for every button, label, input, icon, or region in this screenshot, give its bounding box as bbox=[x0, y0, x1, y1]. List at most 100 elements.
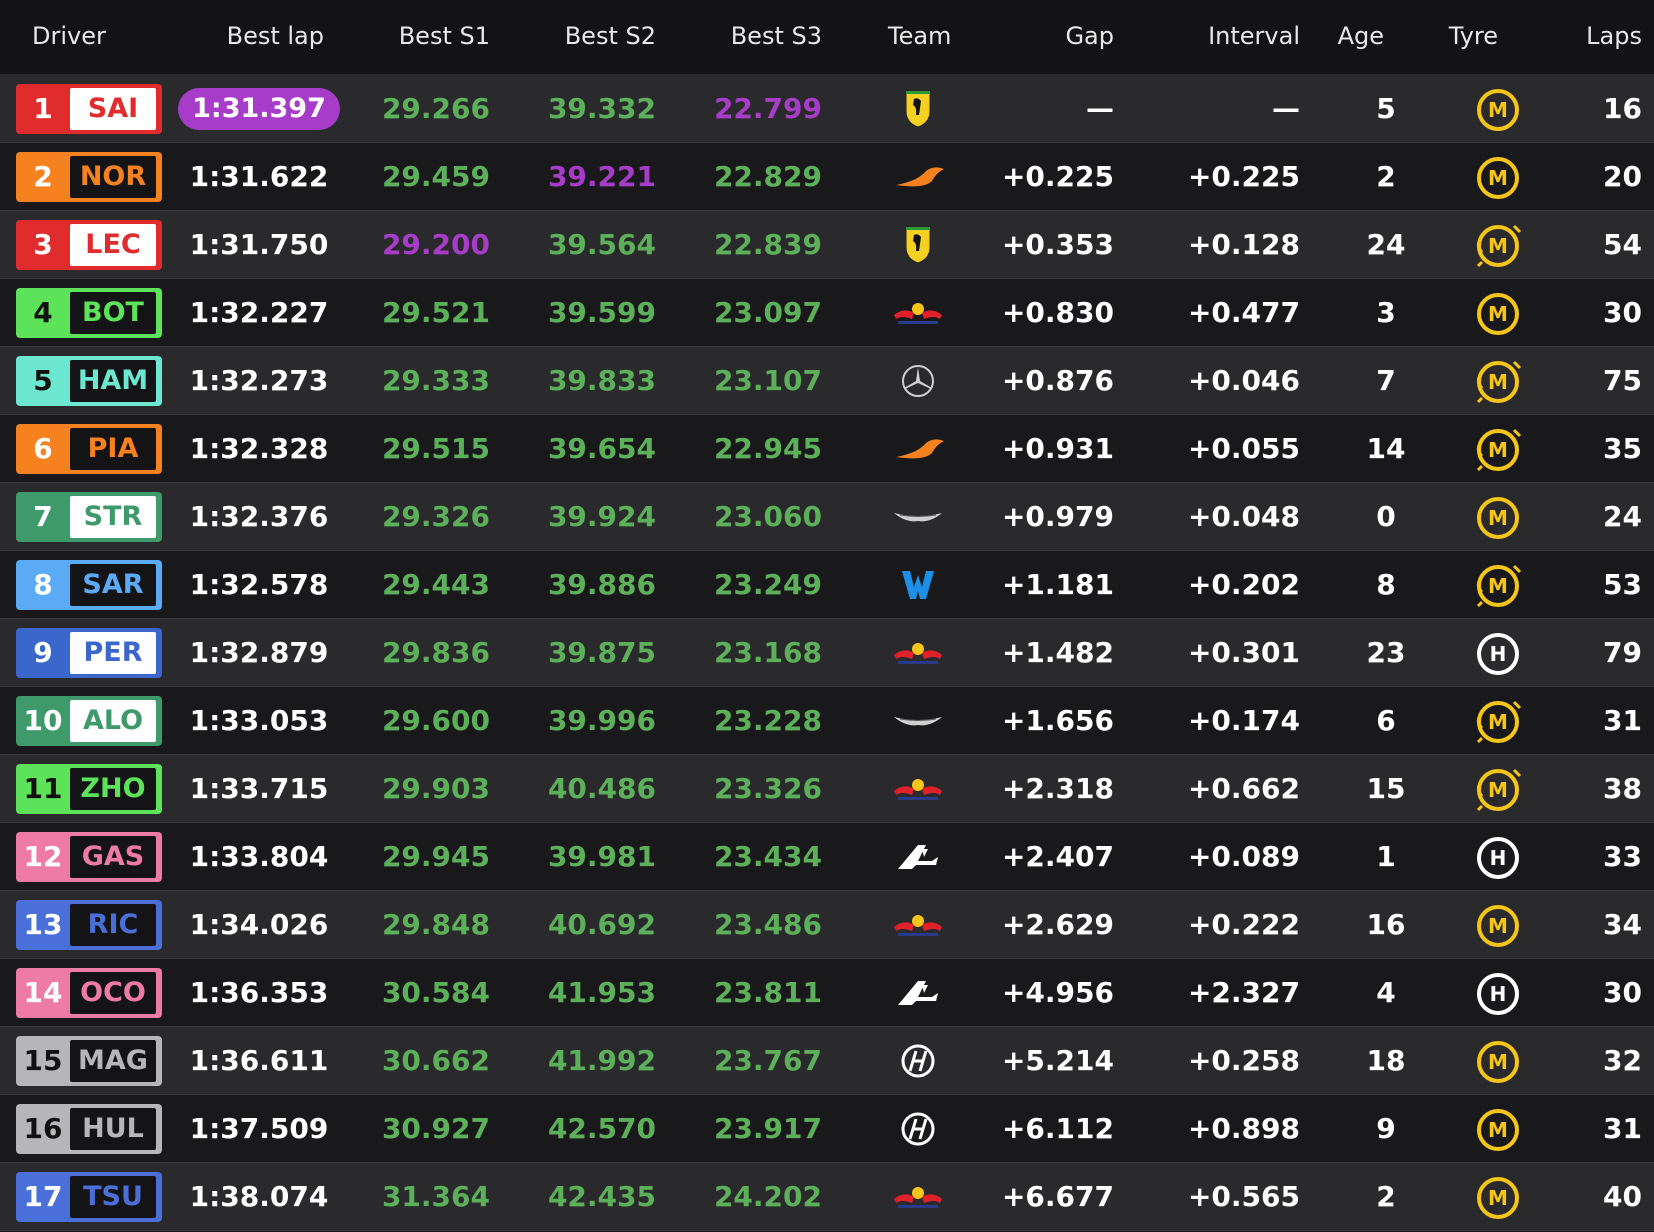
table-row[interactable]: 4 BOT 1:32.227 29.521 39.599 23.097 +0.830 +0.4… bbox=[0, 279, 1654, 347]
hard-tyre-icon: H bbox=[1474, 834, 1522, 882]
driver-badge[interactable]: 5 HAM bbox=[16, 356, 162, 406]
header-best-s1[interactable]: Best S1 bbox=[399, 22, 490, 50]
sector-s1: 29.945 bbox=[381, 840, 490, 873]
laps-count: 79 bbox=[1603, 636, 1642, 669]
driver-badge[interactable]: 17 TSU bbox=[16, 1172, 162, 1222]
medium-tyre-icon: M bbox=[1474, 494, 1522, 542]
driver-badge[interactable]: 13 RIC bbox=[16, 900, 162, 950]
table-row[interactable]: 2 NOR 1:31.622 29.459 39.221 22.829 +0.225 +0.2… bbox=[0, 143, 1654, 211]
tyre-age: 14 bbox=[1366, 432, 1406, 465]
driver-badge[interactable]: 2 NOR bbox=[16, 152, 162, 202]
sector-s2: 39.924 bbox=[547, 500, 656, 533]
medium-tyre-icon: M bbox=[1474, 902, 1522, 950]
driver-badge[interactable]: 4 BOT bbox=[16, 288, 162, 338]
driver-badge[interactable]: 11 ZHO bbox=[16, 764, 162, 814]
driver-code: SAI bbox=[70, 88, 156, 130]
driver-badge[interactable]: 8 SAR bbox=[16, 560, 162, 610]
svg-text:M: M bbox=[1488, 166, 1508, 190]
best-lap: 1:32.376 bbox=[189, 500, 329, 533]
sector-s2: 39.332 bbox=[547, 92, 656, 125]
interval-value: +0.048 bbox=[1187, 500, 1300, 533]
header-gap[interactable]: Gap bbox=[1065, 22, 1114, 50]
header-age[interactable]: Age bbox=[1338, 22, 1384, 50]
header-interval[interactable]: Interval bbox=[1208, 22, 1300, 50]
gap-value: +6.677 bbox=[1001, 1180, 1114, 1213]
haas-icon bbox=[888, 1109, 948, 1149]
best-lap: 1:32.273 bbox=[189, 364, 329, 397]
table-row[interactable]: 5 HAM 1:32.273 29.333 39.833 23.107 +0.876 +0.0… bbox=[0, 347, 1654, 415]
gap-value: +2.407 bbox=[1001, 840, 1114, 873]
gap-value: +0.225 bbox=[1001, 160, 1114, 193]
driver-code: NOR bbox=[70, 156, 156, 198]
table-row[interactable]: 1 SAI 1:31.397 29.266 39.332 22.799 — — 5 M 16 bbox=[0, 75, 1654, 143]
laps-count: 20 bbox=[1603, 160, 1642, 193]
mercedes-icon bbox=[888, 361, 948, 401]
driver-code: ZHO bbox=[70, 768, 156, 810]
position-number: 7 bbox=[33, 500, 53, 533]
driver-badge[interactable]: 7 STR bbox=[16, 492, 162, 542]
red-bull-icon bbox=[888, 293, 948, 333]
table-row[interactable]: 3 LEC 1:31.750 29.200 39.564 22.839 +0.353 +0.1… bbox=[0, 211, 1654, 279]
medium-tyre-icon: M bbox=[1474, 290, 1522, 338]
medium-tyre-icon: M bbox=[1474, 1106, 1522, 1154]
driver-badge[interactable]: 10 ALO bbox=[16, 696, 162, 746]
sector-s1: 29.333 bbox=[381, 364, 490, 397]
header-tyre[interactable]: Tyre bbox=[1449, 22, 1498, 50]
position-number: 2 bbox=[33, 160, 53, 193]
position-number: 14 bbox=[23, 976, 63, 1009]
svg-text:M: M bbox=[1488, 710, 1508, 734]
table-row[interactable]: 10 ALO 1:33.053 29.600 39.996 23.228 +1.656 +0.… bbox=[0, 687, 1654, 755]
gap-value: +1.656 bbox=[1001, 704, 1114, 737]
svg-text:M: M bbox=[1488, 1050, 1508, 1074]
driver-badge[interactable]: 15 MAG bbox=[16, 1036, 162, 1086]
header-best-s3[interactable]: Best S3 bbox=[731, 22, 822, 50]
sector-s3: 22.799 bbox=[713, 92, 822, 125]
sector-s2: 39.221 bbox=[547, 160, 656, 193]
driver-badge[interactable]: 1 SAI bbox=[16, 84, 162, 134]
driver-code: TSU bbox=[70, 1176, 156, 1218]
sector-s2: 40.692 bbox=[547, 908, 656, 941]
laps-count: 31 bbox=[1603, 1112, 1642, 1145]
driver-code: HUL bbox=[70, 1108, 156, 1150]
table-row[interactable]: 14 OCO 1:36.353 30.584 41.953 23.811 +4.956 +2.… bbox=[0, 959, 1654, 1027]
table-row[interactable]: 16 HUL 1:37.509 30.927 42.570 23.917 +6.112 +0.… bbox=[0, 1095, 1654, 1163]
table-row[interactable]: 15 MAG 1:36.611 30.662 41.992 23.767 +5.214 +0.… bbox=[0, 1027, 1654, 1095]
tyre-age: 0 bbox=[1376, 500, 1396, 533]
header-team[interactable]: Team bbox=[888, 22, 951, 50]
sector-s1: 29.521 bbox=[381, 296, 490, 329]
table-row[interactable]: 11 ZHO 1:33.715 29.903 40.486 23.326 +2.318 +0.… bbox=[0, 755, 1654, 823]
laps-count: 34 bbox=[1603, 908, 1642, 941]
alpine-icon bbox=[888, 837, 948, 877]
driver-badge[interactable]: 12 GAS bbox=[16, 832, 162, 882]
driver-badge[interactable]: 3 LEC bbox=[16, 220, 162, 270]
tyre-age: 24 bbox=[1366, 228, 1406, 261]
driver-code: MAG bbox=[70, 1040, 156, 1082]
driver-badge[interactable]: 14 OCO bbox=[16, 968, 162, 1018]
medium-tyre-icon: M bbox=[1474, 154, 1522, 202]
tyre-age: 2 bbox=[1376, 160, 1396, 193]
driver-code: PIA bbox=[70, 428, 156, 470]
header-driver[interactable]: Driver bbox=[32, 22, 106, 50]
mclaren-icon bbox=[888, 429, 948, 469]
table-row[interactable]: 13 RIC 1:34.026 29.848 40.692 23.486 +2.629 +0.… bbox=[0, 891, 1654, 959]
tyre-age: 8 bbox=[1376, 568, 1396, 601]
best-lap: 1:32.328 bbox=[189, 432, 329, 465]
timing-table: Driver Best lap Best S1 Best S2 Best S3 … bbox=[0, 0, 1654, 1232]
table-row[interactable]: 7 STR 1:32.376 29.326 39.924 23.060 +0.979 +0.0… bbox=[0, 483, 1654, 551]
table-row[interactable]: 12 GAS 1:33.804 29.945 39.981 23.434 +2.407 +0.… bbox=[0, 823, 1654, 891]
interval-value: +0.202 bbox=[1187, 568, 1300, 601]
table-row[interactable]: 6 PIA 1:32.328 29.515 39.654 22.945 +0.931 +0.0… bbox=[0, 415, 1654, 483]
driver-badge[interactable]: 6 PIA bbox=[16, 424, 162, 474]
header-best-lap[interactable]: Best lap bbox=[227, 22, 324, 50]
driver-badge[interactable]: 16 HUL bbox=[16, 1104, 162, 1154]
gap-value: +6.112 bbox=[1001, 1112, 1114, 1145]
table-row[interactable]: 9 PER 1:32.879 29.836 39.875 23.168 +1.482 +0.3… bbox=[0, 619, 1654, 687]
table-row[interactable]: 17 TSU 1:38.074 31.364 42.435 24.202 +6.677 +0.… bbox=[0, 1163, 1654, 1231]
laps-count: 75 bbox=[1603, 364, 1642, 397]
driver-badge[interactable]: 9 PER bbox=[16, 628, 162, 678]
best-lap: 1:33.715 bbox=[189, 772, 329, 805]
header-laps[interactable]: Laps bbox=[1586, 22, 1642, 50]
sector-s3: 23.811 bbox=[713, 976, 822, 1009]
table-row[interactable]: 8 SAR 1:32.578 29.443 39.886 23.249 +1.181 +0.2… bbox=[0, 551, 1654, 619]
header-best-s2[interactable]: Best S2 bbox=[565, 22, 656, 50]
